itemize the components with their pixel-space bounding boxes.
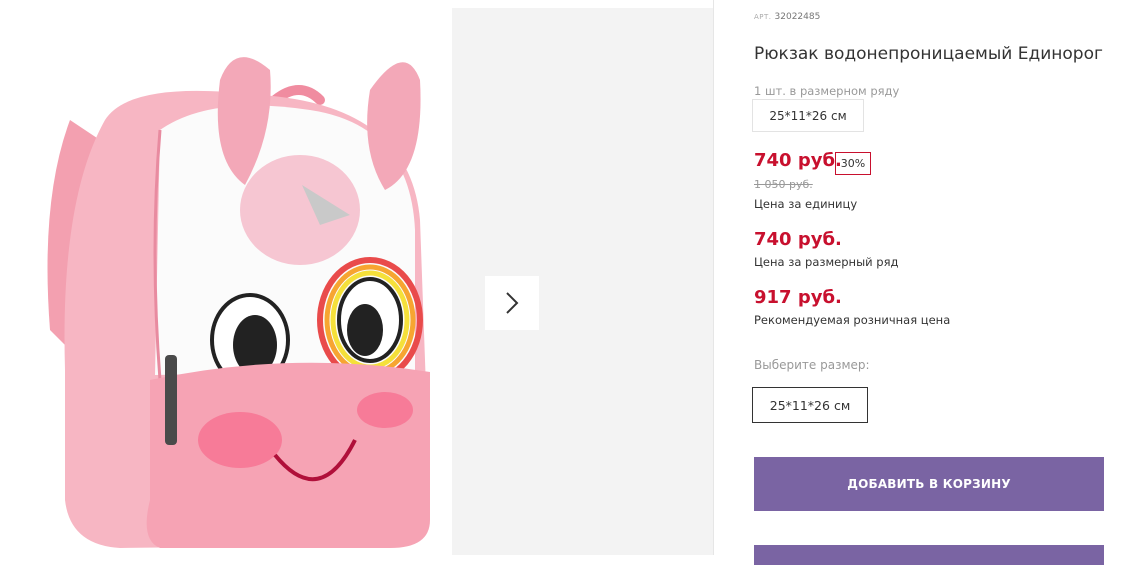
next-image-button[interactable] — [485, 276, 539, 330]
unicorn-backpack-image — [47, 57, 430, 548]
old-price: 1 050 руб. — [754, 178, 813, 191]
row-price-caption: Цена за размерный ряд — [754, 255, 899, 269]
product-title: Рюкзак водонепроницаемый Единорог — [754, 44, 1103, 64]
product-gallery — [0, 0, 714, 555]
price: 740 руб. — [754, 150, 842, 171]
chevron-right-icon — [506, 292, 519, 314]
secondary-action-button[interactable] — [754, 545, 1104, 565]
product-image — [10, 0, 450, 555]
row-price: 740 руб. — [754, 229, 842, 250]
discount-badge: 30% — [835, 152, 871, 175]
size-option-button[interactable]: 25*11*26 см — [752, 387, 868, 423]
divider — [713, 0, 714, 555]
pack-size-box: 25*11*26 см — [752, 99, 864, 132]
size-prompt: Выберите размер: — [754, 358, 870, 372]
pack-caption: 1 шт. в размерном ряду — [754, 84, 900, 98]
add-to-cart-button[interactable]: ДОБАВИТЬ В КОРЗИНУ — [754, 457, 1104, 511]
sku-label: АРТ. — [754, 13, 772, 21]
unit-price-caption: Цена за единицу — [754, 197, 858, 211]
retail-price: 917 руб. — [754, 287, 842, 308]
sku: АРТ. 32022485 — [754, 12, 820, 22]
sku-value: 32022485 — [774, 12, 821, 22]
retail-price-caption: Рекомендуемая розничная цена — [754, 313, 951, 327]
